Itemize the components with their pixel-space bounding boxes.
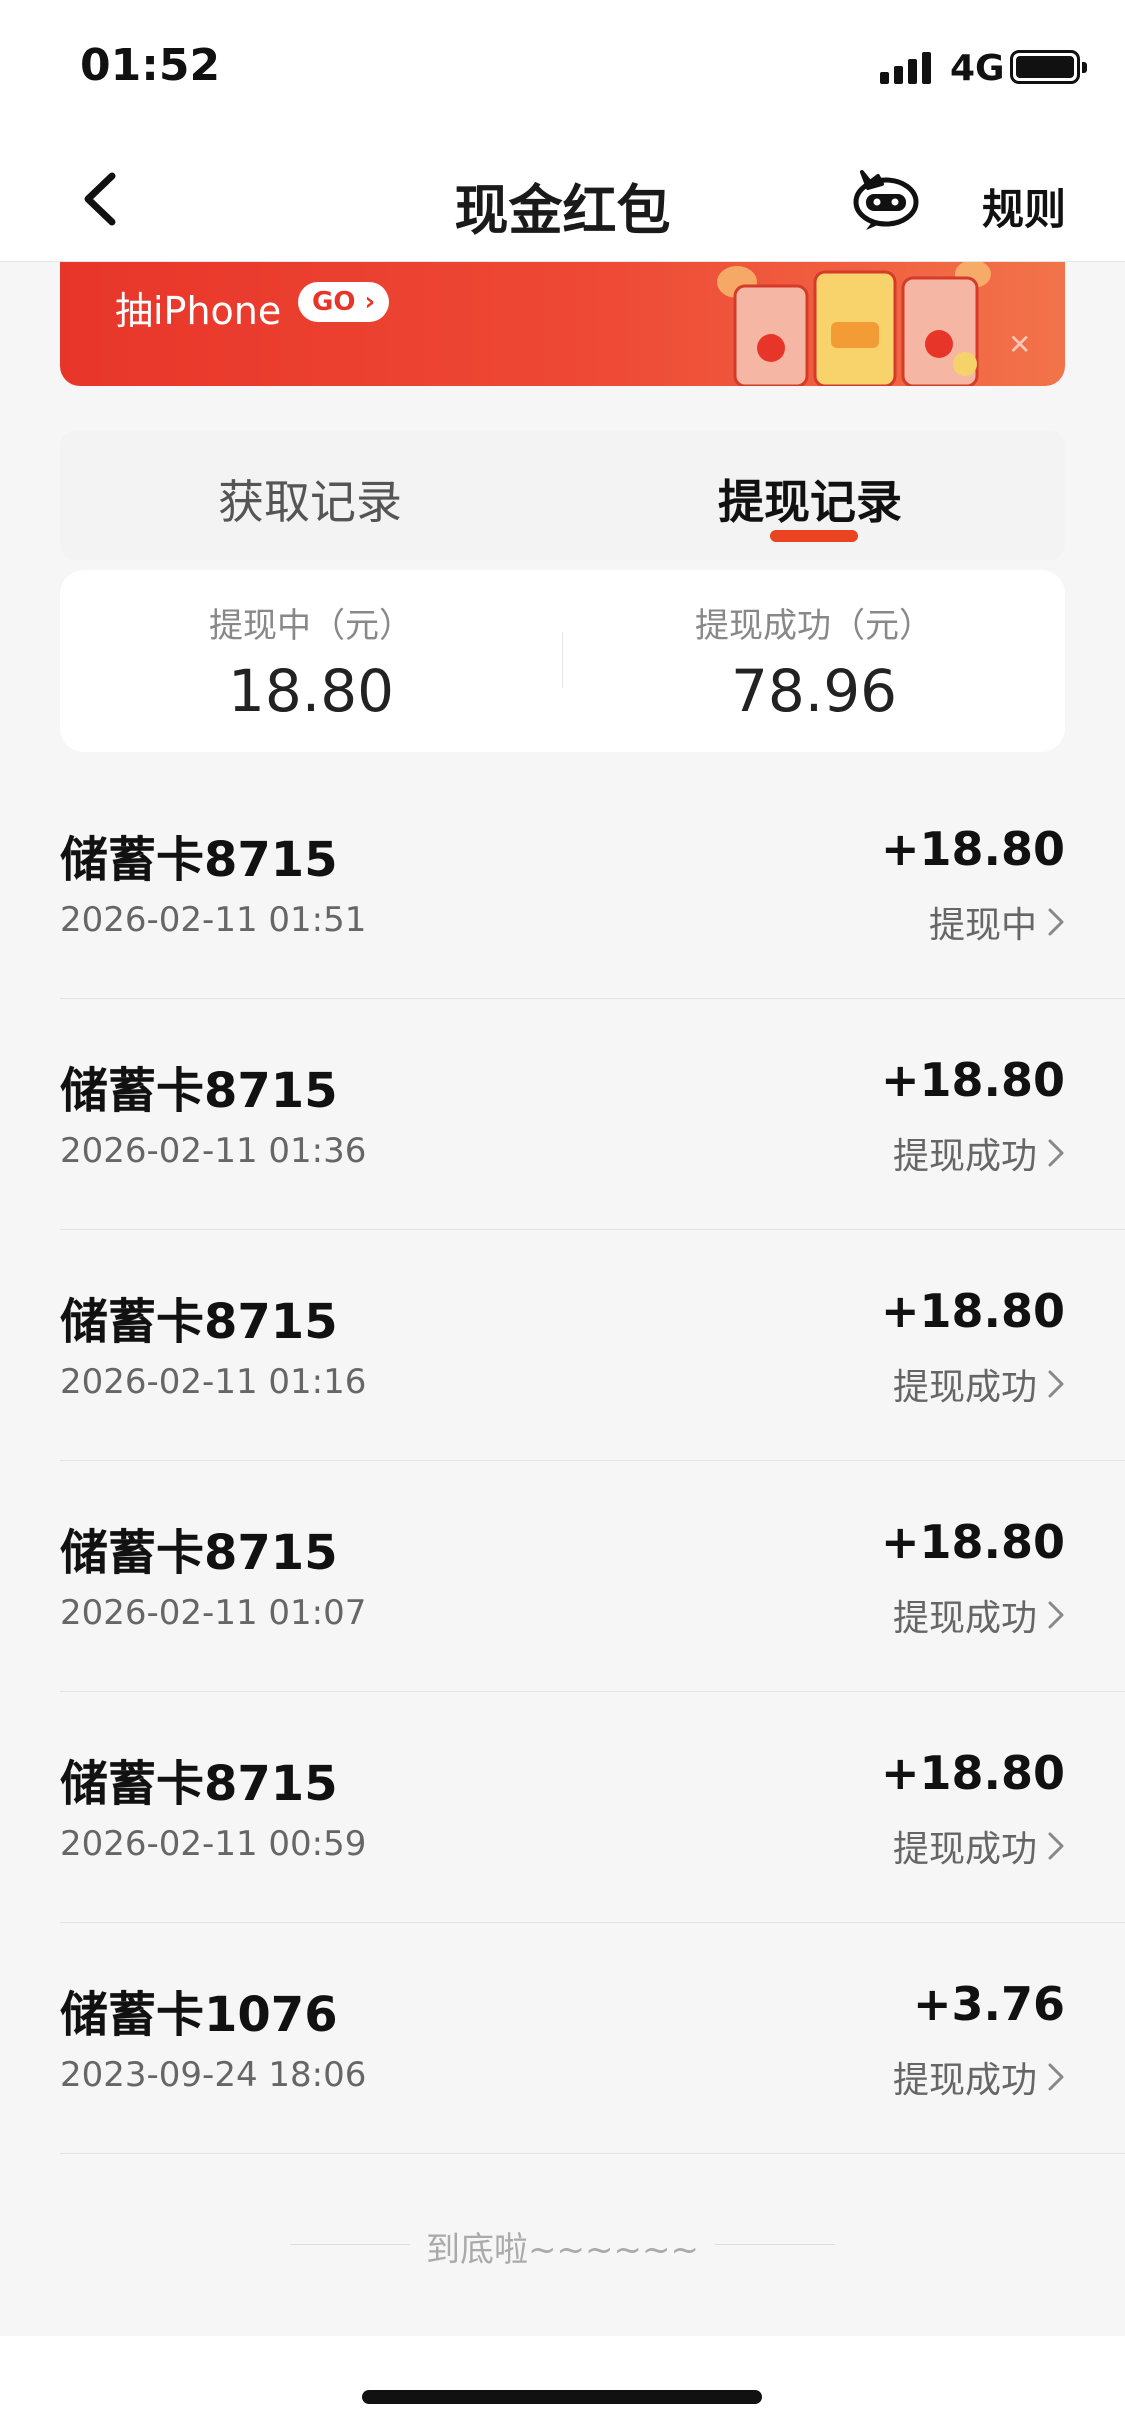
record-status: 提现中 xyxy=(928,905,1037,946)
success-summary: 提现成功（元） 78.96 xyxy=(563,598,1065,725)
record-date: 2026-02-11 01:07 xyxy=(60,1593,367,1633)
record-date: 2026-02-11 01:51 xyxy=(60,900,367,940)
record-amount: +18.80 xyxy=(880,1053,1065,1107)
mascot-button[interactable] xyxy=(848,162,920,234)
banner-image xyxy=(715,262,995,386)
list-item[interactable]: 储蓄卡8715 2026-02-11 01:51 +18.80 提现中 xyxy=(0,768,1125,999)
network-label: 4G xyxy=(950,48,1005,89)
pending-summary: 提现中（元） 18.80 xyxy=(60,598,562,725)
list-item[interactable]: 储蓄卡8715 2026-02-11 01:36 +18.80 提现成功 xyxy=(0,999,1125,1230)
record-status-link[interactable]: 提现成功 xyxy=(893,1358,1065,1410)
record-status-link[interactable]: 提现成功 xyxy=(893,2051,1065,2103)
list-item[interactable]: 储蓄卡1076 2023-09-24 18:06 +3.76 提现成功 xyxy=(0,1923,1125,2154)
record-status-link[interactable]: 提现中 xyxy=(929,896,1065,948)
list-item[interactable]: 储蓄卡8715 2026-02-11 00:59 +18.80 提现成功 xyxy=(0,1692,1125,1923)
record-amount: +18.80 xyxy=(880,822,1065,876)
divider xyxy=(715,2244,835,2245)
record-amount: +3.76 xyxy=(912,1977,1065,2031)
go-label: GO xyxy=(312,287,356,317)
record-tabs: 获取记录 提现记录 xyxy=(60,430,1065,560)
withdraw-record-list: 储蓄卡8715 2026-02-11 01:51 +18.80 提现中 储蓄卡8… xyxy=(0,768,1125,2154)
record-status: 提现成功 xyxy=(892,2060,1037,2101)
pending-value: 18.80 xyxy=(227,657,395,725)
chevron-right-icon xyxy=(1047,1600,1065,1630)
home-indicator[interactable] xyxy=(362,2390,762,2404)
success-label: 提现成功（元） xyxy=(695,606,933,646)
tab-withdraw-records[interactable]: 提现记录 xyxy=(718,466,902,532)
tab-earn-records[interactable]: 获取记录 xyxy=(218,466,402,532)
battery-icon xyxy=(1010,50,1087,84)
record-title: 储蓄卡8715 xyxy=(60,832,338,888)
record-date: 2026-02-11 00:59 xyxy=(60,1824,367,1864)
record-status-link[interactable]: 提现成功 xyxy=(893,1127,1065,1179)
home-bar-area xyxy=(0,2336,1125,2436)
chevron-right-icon xyxy=(1047,1369,1065,1399)
chevron-right-icon xyxy=(1047,1831,1065,1861)
record-status: 提现成功 xyxy=(892,1598,1037,1639)
record-amount: +18.80 xyxy=(880,1284,1065,1338)
chevron-right-icon xyxy=(1047,1138,1065,1168)
list-item[interactable]: 储蓄卡8715 2026-02-11 01:16 +18.80 提现成功 xyxy=(0,1230,1125,1461)
nav-bar: 现金红包 规则 xyxy=(0,138,1125,262)
status-time: 01:52 xyxy=(80,40,221,91)
record-title: 储蓄卡8715 xyxy=(60,1756,338,1812)
end-of-list-text: 到底啦~~~~~~ xyxy=(426,2230,699,2270)
close-icon[interactable]: ✕ xyxy=(1008,328,1031,361)
chevron-right-icon xyxy=(1047,2062,1065,2092)
end-of-list: 到底啦~~~~~~ xyxy=(0,2222,1125,2282)
status-bar: 01:52 4G xyxy=(0,0,1125,138)
active-tab-indicator xyxy=(770,530,858,542)
record-status-link[interactable]: 提现成功 xyxy=(893,1589,1065,1641)
record-status: 提现成功 xyxy=(892,1136,1037,1177)
row-divider xyxy=(60,2153,1125,2154)
mascot-icon xyxy=(853,170,919,230)
record-amount: +18.80 xyxy=(880,1515,1065,1569)
record-amount: +18.80 xyxy=(880,1746,1065,1800)
record-status: 提现成功 xyxy=(892,1829,1037,1870)
go-button[interactable]: GO › xyxy=(298,282,390,322)
record-title: 储蓄卡8715 xyxy=(60,1525,338,1581)
record-title: 储蓄卡8715 xyxy=(60,1294,338,1350)
withdraw-summary-card: 提现中（元） 18.80 提现成功（元） 78.96 xyxy=(60,570,1065,752)
signal-icon xyxy=(880,52,931,84)
record-title: 储蓄卡8715 xyxy=(60,1063,338,1119)
banner-text: 抽iPhone xyxy=(115,289,282,333)
success-value: 78.96 xyxy=(730,657,898,725)
record-date: 2026-02-11 01:36 xyxy=(60,1131,367,1171)
record-date: 2026-02-11 01:16 xyxy=(60,1362,367,1402)
list-item[interactable]: 储蓄卡8715 2026-02-11 01:07 +18.80 提现成功 xyxy=(0,1461,1125,1692)
record-status: 提现成功 xyxy=(892,1367,1037,1408)
record-date: 2023-09-24 18:06 xyxy=(60,2055,367,2095)
page-title: 现金红包 xyxy=(454,179,671,242)
pending-label: 提现中（元） xyxy=(209,606,413,646)
promo-banner[interactable]: 抽iPhone GO › ✕ xyxy=(60,262,1065,386)
rules-link[interactable]: 规则 xyxy=(982,176,1066,237)
record-status-link[interactable]: 提现成功 xyxy=(893,1820,1065,1872)
chevron-right-icon: › xyxy=(355,287,376,317)
record-title: 储蓄卡1076 xyxy=(60,1987,338,2043)
chevron-right-icon xyxy=(1047,907,1065,937)
